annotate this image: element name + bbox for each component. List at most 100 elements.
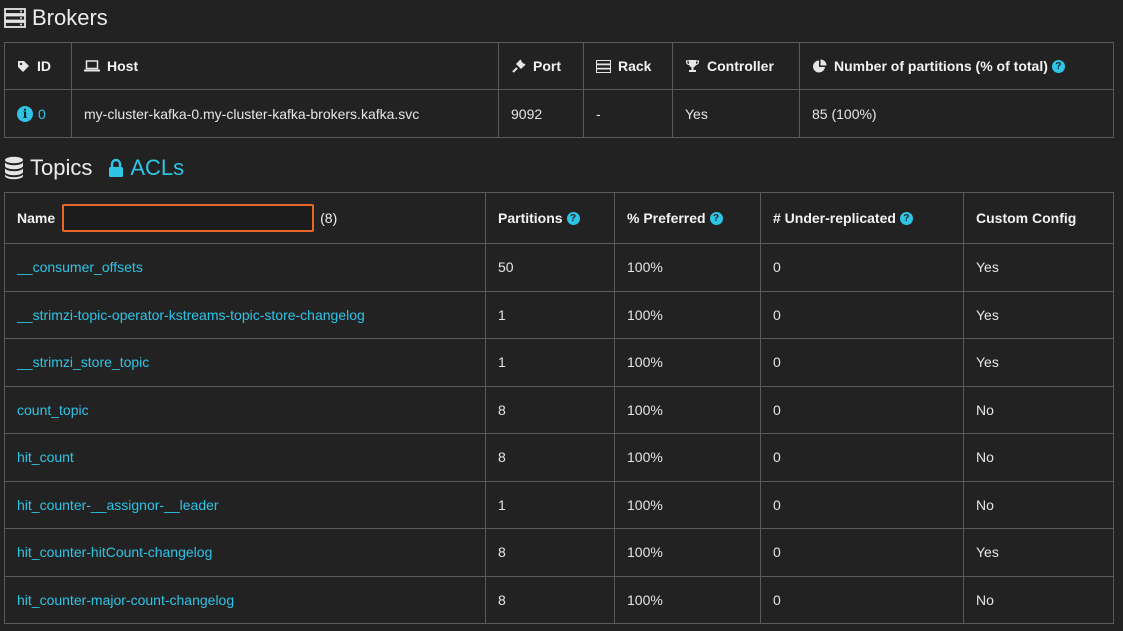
server-icon	[596, 59, 611, 73]
col-partitions[interactable]: Number of partitions (% of total) ?	[799, 42, 1114, 90]
topic-name-link[interactable]: __strimzi_store_topic	[17, 354, 149, 370]
topic-row: count_topic 8 100% 0 No	[4, 385, 1114, 434]
topic-name-cell[interactable]: count_topic	[4, 385, 486, 434]
laptop-icon	[84, 60, 100, 72]
topic-custom-config: No	[963, 575, 1114, 624]
topic-name-cell[interactable]: __strimzi-topic-operator-kstreams-topic-…	[4, 290, 486, 339]
brokers-heading: Brokers	[4, 3, 108, 33]
topic-name-cell[interactable]: hit_counter-hitCount-changelog	[4, 528, 486, 577]
topic-name-link[interactable]: hit_counter-major-count-changelog	[17, 592, 234, 608]
database-icon	[5, 156, 23, 180]
broker-rack: -	[583, 89, 673, 138]
topic-row: __strimzi-topic-operator-kstreams-topic-…	[4, 290, 1114, 339]
topic-partitions: 1	[485, 290, 615, 339]
help-icon[interactable]: ?	[899, 211, 913, 225]
help-icon[interactable]: ?	[1051, 59, 1065, 73]
pie-chart-icon	[813, 59, 827, 72]
topic-custom-config: Yes	[963, 528, 1114, 577]
topic-row: hit_counter-hitCount-changelog 8 100% 0 …	[4, 528, 1114, 577]
broker-id-cell[interactable]: i 0	[4, 89, 72, 138]
col-under-replicated[interactable]: # Under-replicated ?	[760, 192, 964, 244]
topic-under-replicated: 0	[760, 338, 964, 387]
broker-port: 9092	[498, 89, 584, 138]
topic-partitions: 8	[485, 433, 615, 482]
topics-heading: Topics ACLs	[4, 153, 184, 183]
col-custom-config[interactable]: Custom Config	[963, 192, 1114, 244]
col-id[interactable]: ID	[4, 42, 72, 90]
topic-preferred: 100%	[614, 243, 761, 292]
help-icon[interactable]: ?	[709, 211, 723, 225]
acls-label: ACLs	[130, 155, 185, 180]
topic-name-cell[interactable]: hit_counter-__assignor-__leader	[4, 480, 486, 529]
topic-name-link[interactable]: __consumer_offsets	[17, 259, 143, 275]
trophy-icon	[685, 60, 700, 72]
topics-header-row: Name (8) Partitions ? % Preferred ? # Un…	[4, 192, 1114, 244]
broker-controller: Yes	[672, 89, 800, 138]
server-icon	[4, 8, 26, 28]
col-port[interactable]: Port	[498, 42, 584, 90]
topic-custom-config: Yes	[963, 243, 1114, 292]
broker-row: i 0 my-cluster-kafka-0.my-cluster-kafka-…	[4, 89, 1114, 138]
topic-name-link[interactable]: hit_count	[17, 449, 74, 465]
broker-id-link[interactable]: 0	[38, 106, 46, 122]
tag-icon	[18, 60, 29, 72]
help-icon[interactable]: ?	[566, 211, 580, 225]
topic-preferred: 100%	[614, 433, 761, 482]
plug-icon	[512, 58, 526, 73]
col-topic-partitions[interactable]: Partitions ?	[485, 192, 615, 244]
topic-under-replicated: 0	[760, 480, 964, 529]
topic-row: hit_counter-major-count-changelog 8 100%…	[4, 575, 1114, 624]
col-preferred[interactable]: % Preferred ?	[614, 192, 761, 244]
col-rack[interactable]: Rack	[583, 42, 673, 90]
brokers-table: ID Host Port Rack Controller Number of p…	[4, 42, 1114, 138]
topic-row: hit_count 8 100% 0 No	[4, 433, 1114, 482]
acls-link[interactable]: ACLs	[108, 155, 184, 181]
topic-name-cell[interactable]: __strimzi_store_topic	[4, 338, 486, 387]
topic-name-cell[interactable]: hit_count	[4, 433, 486, 482]
topic-preferred: 100%	[614, 385, 761, 434]
broker-host: my-cluster-kafka-0.my-cluster-kafka-brok…	[71, 89, 499, 138]
topic-partitions: 1	[485, 338, 615, 387]
topic-under-replicated: 0	[760, 385, 964, 434]
col-name[interactable]: Name (8)	[4, 192, 486, 244]
brokers-title: Brokers	[32, 5, 108, 30]
topic-filter-input[interactable]	[62, 204, 315, 232]
topic-preferred: 100%	[614, 575, 761, 624]
topic-custom-config: No	[963, 433, 1114, 482]
topic-partitions: 1	[485, 480, 615, 529]
topic-name-link[interactable]: __strimzi-topic-operator-kstreams-topic-…	[17, 307, 365, 323]
info-icon[interactable]: i	[17, 105, 33, 122]
topic-partitions: 8	[485, 385, 615, 434]
topic-count: (8)	[320, 210, 338, 226]
topic-preferred: 100%	[614, 290, 761, 339]
broker-partitions: 85 (100%)	[799, 89, 1114, 138]
topic-custom-config: No	[963, 385, 1114, 434]
topics-title: Topics	[30, 155, 93, 180]
topic-name-cell[interactable]: __consumer_offsets	[4, 243, 486, 292]
topic-row: __consumer_offsets 50 100% 0 Yes	[4, 243, 1114, 292]
topic-row: hit_counter-__assignor-__leader 1 100% 0…	[4, 480, 1114, 529]
topic-preferred: 100%	[614, 480, 761, 529]
lock-icon	[109, 158, 124, 177]
topic-name-link[interactable]: hit_counter-__assignor-__leader	[17, 497, 219, 513]
topic-partitions: 8	[485, 575, 615, 624]
topics-table: Name (8) Partitions ? % Preferred ? # Un…	[4, 192, 1114, 624]
col-host[interactable]: Host	[71, 42, 499, 90]
topic-preferred: 100%	[614, 338, 761, 387]
topic-partitions: 50	[485, 243, 615, 292]
topic-under-replicated: 0	[760, 433, 964, 482]
topic-name-link[interactable]: hit_counter-hitCount-changelog	[17, 544, 212, 560]
topic-custom-config: Yes	[963, 338, 1114, 387]
topic-custom-config: No	[963, 480, 1114, 529]
topic-under-replicated: 0	[760, 243, 964, 292]
topic-custom-config: Yes	[963, 290, 1114, 339]
topic-row: __strimzi_store_topic 1 100% 0 Yes	[4, 338, 1114, 387]
brokers-header-row: ID Host Port Rack Controller Number of p…	[4, 42, 1114, 90]
topic-name-cell[interactable]: hit_counter-major-count-changelog	[4, 575, 486, 624]
topic-under-replicated: 0	[760, 575, 964, 624]
topic-preferred: 100%	[614, 528, 761, 577]
topic-under-replicated: 0	[760, 290, 964, 339]
col-controller[interactable]: Controller	[672, 42, 800, 90]
topic-name-link[interactable]: count_topic	[17, 402, 89, 418]
topic-partitions: 8	[485, 528, 615, 577]
